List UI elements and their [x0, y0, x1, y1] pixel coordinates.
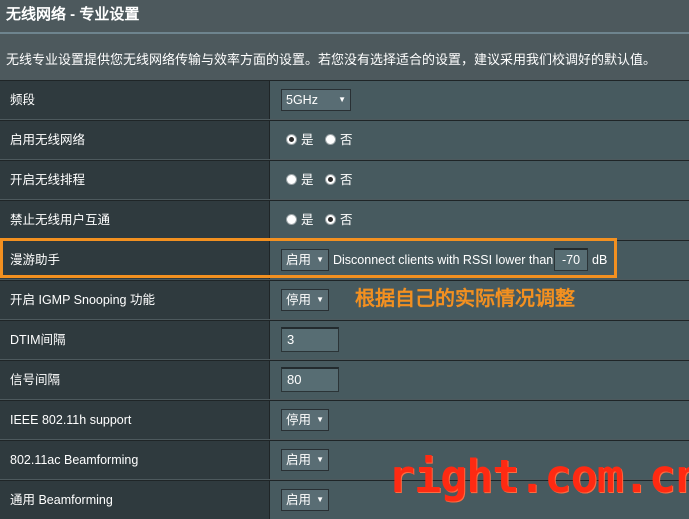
enable-radio-yes[interactable]: [286, 134, 297, 145]
chevron-down-icon: ▼: [316, 455, 324, 464]
schedule-radio-no[interactable]: [325, 174, 336, 185]
rssi-threshold-input[interactable]: -70: [554, 248, 588, 271]
roaming-label: 漫游助手: [0, 241, 270, 279]
enable-radio-cell: 是 否: [270, 121, 689, 159]
isolation-radio-no-label: 否: [340, 213, 353, 227]
isolation-radio-yes[interactable]: [286, 214, 297, 225]
ieee80211h-cell: 停用 ▼: [270, 401, 689, 439]
beacon-input[interactable]: 80: [281, 367, 339, 392]
row-beacon: 信号间隔 80: [0, 360, 689, 399]
igmp-select-value: 停用: [286, 293, 312, 307]
row-roaming: 漫游助手 启用 ▼ Disconnect clients with RSSI l…: [0, 240, 689, 279]
rssi-unit: dB: [592, 253, 608, 267]
beamforming-universal-select-value: 启用: [286, 493, 312, 507]
row-ieee80211h: IEEE 802.11h support 停用 ▼: [0, 400, 689, 439]
enable-radio-no-label: 否: [340, 133, 353, 147]
igmp-select[interactable]: 停用 ▼: [281, 289, 329, 311]
annotation-text: 根据自己的实际情况调整: [355, 286, 575, 310]
isolation-radio-group: 是 否: [286, 201, 361, 239]
beamforming-universal-label: 通用 Beamforming: [0, 481, 270, 519]
dtim-label: DTIM间隔: [0, 321, 270, 359]
row-dtim: DTIM间隔 3: [0, 320, 689, 359]
enable-radio-label: 启用无线网络: [0, 121, 270, 159]
isolation-radio-yes-label: 是: [301, 213, 314, 227]
band-cell: 5GHz ▼: [270, 81, 689, 119]
schedule-cell: 是 否: [270, 161, 689, 199]
isolation-label: 禁止无线用户互通: [0, 201, 270, 239]
igmp-label: 开启 IGMP Snooping 功能: [0, 281, 270, 319]
enable-radio-no[interactable]: [325, 134, 336, 145]
ieee80211h-label: IEEE 802.11h support: [0, 401, 270, 439]
ieee80211h-select-value: 停用: [286, 413, 312, 427]
beacon-cell: 80: [270, 361, 689, 399]
schedule-radio-group: 是 否: [286, 161, 361, 199]
band-select-value: 5GHz: [286, 93, 318, 107]
row-band: 频段 5GHz ▼: [0, 80, 689, 119]
chevron-down-icon: ▼: [316, 495, 324, 504]
isolation-cell: 是 否: [270, 201, 689, 239]
title-divider: [0, 32, 689, 34]
beacon-label: 信号间隔: [0, 361, 270, 399]
roaming-select-value: 启用: [286, 253, 312, 267]
row-isolation: 禁止无线用户互通 是 否: [0, 200, 689, 239]
beamforming-ac-select-value: 启用: [286, 453, 312, 467]
band-label: 频段: [0, 81, 270, 119]
chevron-down-icon: ▼: [316, 415, 324, 424]
row-igmp: 开启 IGMP Snooping 功能 停用 ▼: [0, 280, 689, 319]
enable-radio-yes-label: 是: [301, 133, 314, 147]
chevron-down-icon: ▼: [316, 255, 324, 264]
schedule-label: 开启无线排程: [0, 161, 270, 199]
page-description: 无线专业设置提供您无线网络传输与效率方面的设置。若您没有选择适合的设置，建议采用…: [6, 52, 657, 67]
roaming-select[interactable]: 启用 ▼: [281, 249, 329, 271]
schedule-radio-no-label: 否: [340, 173, 353, 187]
beamforming-universal-select[interactable]: 启用 ▼: [281, 489, 329, 511]
dtim-cell: 3: [270, 321, 689, 359]
band-select[interactable]: 5GHz ▼: [281, 89, 351, 111]
roaming-cell: 启用 ▼ Disconnect clients with RSSI lower …: [270, 241, 689, 279]
watermark: right.com.cn: [388, 450, 689, 503]
dtim-input[interactable]: 3: [281, 327, 339, 352]
row-enable-radio: 启用无线网络 是 否: [0, 120, 689, 159]
row-schedule: 开启无线排程 是 否: [0, 160, 689, 199]
chevron-down-icon: ▼: [338, 95, 346, 104]
beamforming-ac-label: 802.11ac Beamforming: [0, 441, 270, 479]
chevron-down-icon: ▼: [316, 295, 324, 304]
enable-radio-group: 是 否: [286, 121, 361, 159]
ieee80211h-select[interactable]: 停用 ▼: [281, 409, 329, 431]
isolation-radio-no[interactable]: [325, 214, 336, 225]
rssi-description: Disconnect clients with RSSI lower than: [333, 253, 554, 267]
schedule-radio-yes-label: 是: [301, 173, 314, 187]
schedule-radio-yes[interactable]: [286, 174, 297, 185]
beamforming-ac-select[interactable]: 启用 ▼: [281, 449, 329, 471]
page-title: 无线网络 - 专业设置: [0, 0, 689, 30]
